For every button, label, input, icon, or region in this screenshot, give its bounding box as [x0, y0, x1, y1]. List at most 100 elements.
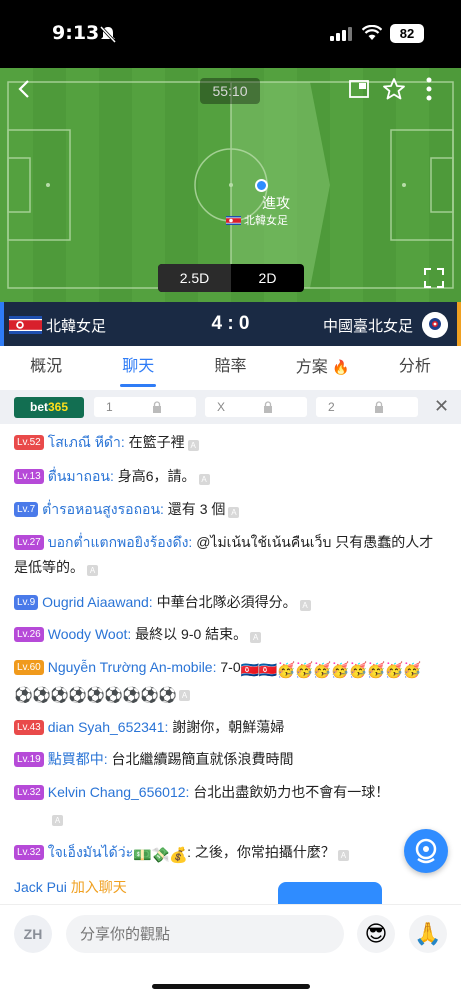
chat-username[interactable]: ตื่นมาถอน:: [48, 468, 114, 484]
level-badge: Lv.13: [14, 469, 44, 484]
match-pitch: 55:10 進攻 北韓女足 2.5D 2D: [0, 68, 461, 302]
chat-text: 在籃子裡: [124, 434, 185, 450]
bet365-logo[interactable]: bet365: [14, 397, 84, 418]
report-icon[interactable]: A: [337, 850, 349, 861]
north-korea-flag-icon: [226, 215, 241, 225]
bell-muted-icon: [99, 25, 117, 43]
more-options-icon[interactable]: [424, 77, 434, 101]
wifi-icon: [362, 25, 382, 40]
back-arrow-icon[interactable]: [14, 78, 36, 100]
view-mode-toggle[interactable]: 2.5D 2D: [158, 264, 304, 292]
money-icon: 💵: [133, 847, 152, 864]
soccer-ball-icon: ⚽: [14, 687, 33, 704]
lock-icon: [375, 401, 383, 413]
chat-text: 7-0: [216, 659, 241, 675]
fire-icon: 🔥: [332, 359, 350, 375]
star-icon[interactable]: [382, 77, 406, 101]
tab-chat[interactable]: 聊天: [92, 346, 184, 390]
chat-username[interactable]: Ougrid Aiaawand:: [42, 594, 153, 610]
chat-message[interactable]: Lv.32 Kelvin Chang_656012: 台北出盡飲奶力也不會有一球！…: [14, 780, 434, 830]
chat-username[interactable]: Nguyễn Trường An-mobile:: [48, 659, 217, 675]
language-button[interactable]: ZH: [14, 915, 52, 953]
chat-message[interactable]: Lv.19 點買都中: 台北繼續踢簡直就係浪費時間: [14, 747, 434, 772]
chat-username[interactable]: dian Syah_652341:: [48, 719, 169, 735]
level-badge: Lv.43: [14, 720, 44, 735]
goal-emoji-icon: 🥳: [312, 662, 332, 679]
view-2-5d-button[interactable]: 2.5D: [158, 264, 231, 292]
chat-message[interactable]: Lv.43 dian Syah_652341: 謝謝你，朝鮮蕩婦: [14, 715, 434, 740]
location-chat-icon: [415, 838, 437, 864]
soccer-ball-icon: ⚽: [50, 687, 69, 704]
chat-message[interactable]: Lv.27 บอกต่ำแตกพอยิงร้องดึง: @ไม่เน้นใช้เ…: [14, 530, 434, 580]
match-timer: 55:10: [200, 78, 260, 104]
chat-username[interactable]: ต่ำรอหอนสูงรอถอน:: [42, 501, 164, 517]
tab-plan[interactable]: 方案 🔥: [277, 346, 369, 390]
goal-emoji-icon: 🥳: [366, 662, 386, 679]
tab-bar: 概況 聊天 賠率 方案 🔥 分析: [0, 346, 461, 390]
chat-message[interactable]: Lv.13 ตื่นมาถอน: 身高6，請。 A: [14, 464, 434, 489]
pray-emoji-button[interactable]: 🙏: [409, 915, 447, 953]
cool-emoji-button[interactable]: 😎: [357, 915, 395, 953]
north-korea-flag-icon: 🇰🇵: [240, 662, 260, 679]
lock-icon: [264, 401, 272, 413]
status-time: 9:13: [52, 22, 100, 44]
score-bar: 北韓女足 4 : 0 中國臺北女足: [0, 302, 461, 346]
chat-message[interactable]: Lv.52 โสเภณี หีดำ: 在籃子裡 A: [14, 430, 434, 455]
chat-username[interactable]: ใจเอ็งมันได้ว่ะ: [48, 844, 133, 860]
fullscreen-icon[interactable]: [423, 267, 445, 289]
report-icon[interactable]: A: [228, 507, 240, 518]
view-2d-button[interactable]: 2D: [231, 264, 304, 292]
chat-username[interactable]: Woody Woot:: [48, 626, 132, 642]
attacking-team-name: 北韓女足: [244, 215, 288, 227]
close-icon[interactable]: ✕: [434, 396, 450, 416]
chat-username[interactable]: 點買都中:: [48, 751, 108, 767]
chat-username[interactable]: Kelvin Chang_656012:: [48, 784, 190, 800]
signal-icon: [330, 27, 352, 41]
chat-message[interactable]: Lv.60 Nguyễn Trường An-mobile: 7-0🇰🇵🇰🇵🥳🥳🥳…: [14, 655, 434, 705]
chat-username[interactable]: บอกต่ำแตกพอยิงร้องดึง:: [48, 534, 193, 550]
level-badge: Lv.60: [14, 660, 44, 675]
report-icon[interactable]: A: [179, 690, 190, 701]
report-icon[interactable]: A: [299, 600, 311, 611]
odds-away[interactable]: 2: [316, 397, 418, 417]
report-icon[interactable]: A: [52, 815, 63, 826]
report-icon[interactable]: A: [198, 474, 210, 485]
chat-username[interactable]: โสเภณี หีดำ:: [48, 434, 125, 450]
picture-in-picture-icon[interactable]: [348, 79, 370, 99]
tab-overview[interactable]: 概況: [0, 346, 92, 390]
home-indicator: [152, 984, 310, 989]
odds-draw[interactable]: X: [205, 397, 307, 417]
chat-input[interactable]: [66, 915, 344, 953]
chat-text: 還有 3 個: [163, 501, 226, 517]
level-badge: Lv.27: [14, 535, 44, 550]
join-username[interactable]: Jack Pui: [14, 879, 67, 895]
soccer-ball-icon: ⚽: [68, 687, 87, 704]
goal-emoji-icon: 🥳: [402, 662, 422, 679]
report-icon[interactable]: A: [250, 632, 262, 643]
tab-odds[interactable]: 賠率: [184, 346, 276, 390]
chat-message[interactable]: Lv.9 Ougrid Aiaawand: 中華台北隊必須得分。 A: [14, 590, 434, 615]
north-korea-flag-icon: 🇰🇵: [258, 662, 278, 679]
level-badge: Lv.9: [14, 595, 39, 610]
level-badge: Lv.32: [14, 845, 44, 860]
chat-message[interactable]: Lv.32 ใจเอ็งมันได้ว่ะ💵💸💰: 之後，你常拍攝什麼？ A: [14, 840, 402, 865]
chat-text: 身高6，請。: [113, 468, 196, 484]
chat-room-button[interactable]: [404, 829, 448, 873]
chat-message[interactable]: Lv.7 ต่ำรอหอนสูงรอถอน: 還有 3 個A: [14, 497, 434, 522]
level-badge: Lv.32: [14, 785, 44, 800]
level-badge: Lv.26: [14, 627, 44, 642]
goal-emoji-icon: 🥳: [276, 662, 296, 679]
report-icon[interactable]: A: [187, 440, 199, 451]
soccer-ball-icon: ⚽: [86, 687, 105, 704]
soccer-ball-icon: ⚽: [158, 687, 177, 704]
away-team-name[interactable]: 中國臺北女足: [323, 315, 413, 336]
tab-analysis[interactable]: 分析: [369, 346, 461, 390]
report-icon[interactable]: A: [87, 565, 98, 576]
tab-plan-label: 方案: [295, 359, 328, 376]
chat-text: 中華台北隊必須得分。: [152, 594, 297, 610]
odds-home[interactable]: 1: [94, 397, 196, 417]
chat-message[interactable]: Lv.26 Woody Woot: 最終以 9-0 結束。 A: [14, 622, 434, 647]
chat-text: : 之後，你常拍攝什麼？: [187, 844, 335, 860]
goal-emoji-icon: 🥳: [330, 662, 350, 679]
chat-text: 最終以 9-0 結束。: [131, 626, 248, 642]
